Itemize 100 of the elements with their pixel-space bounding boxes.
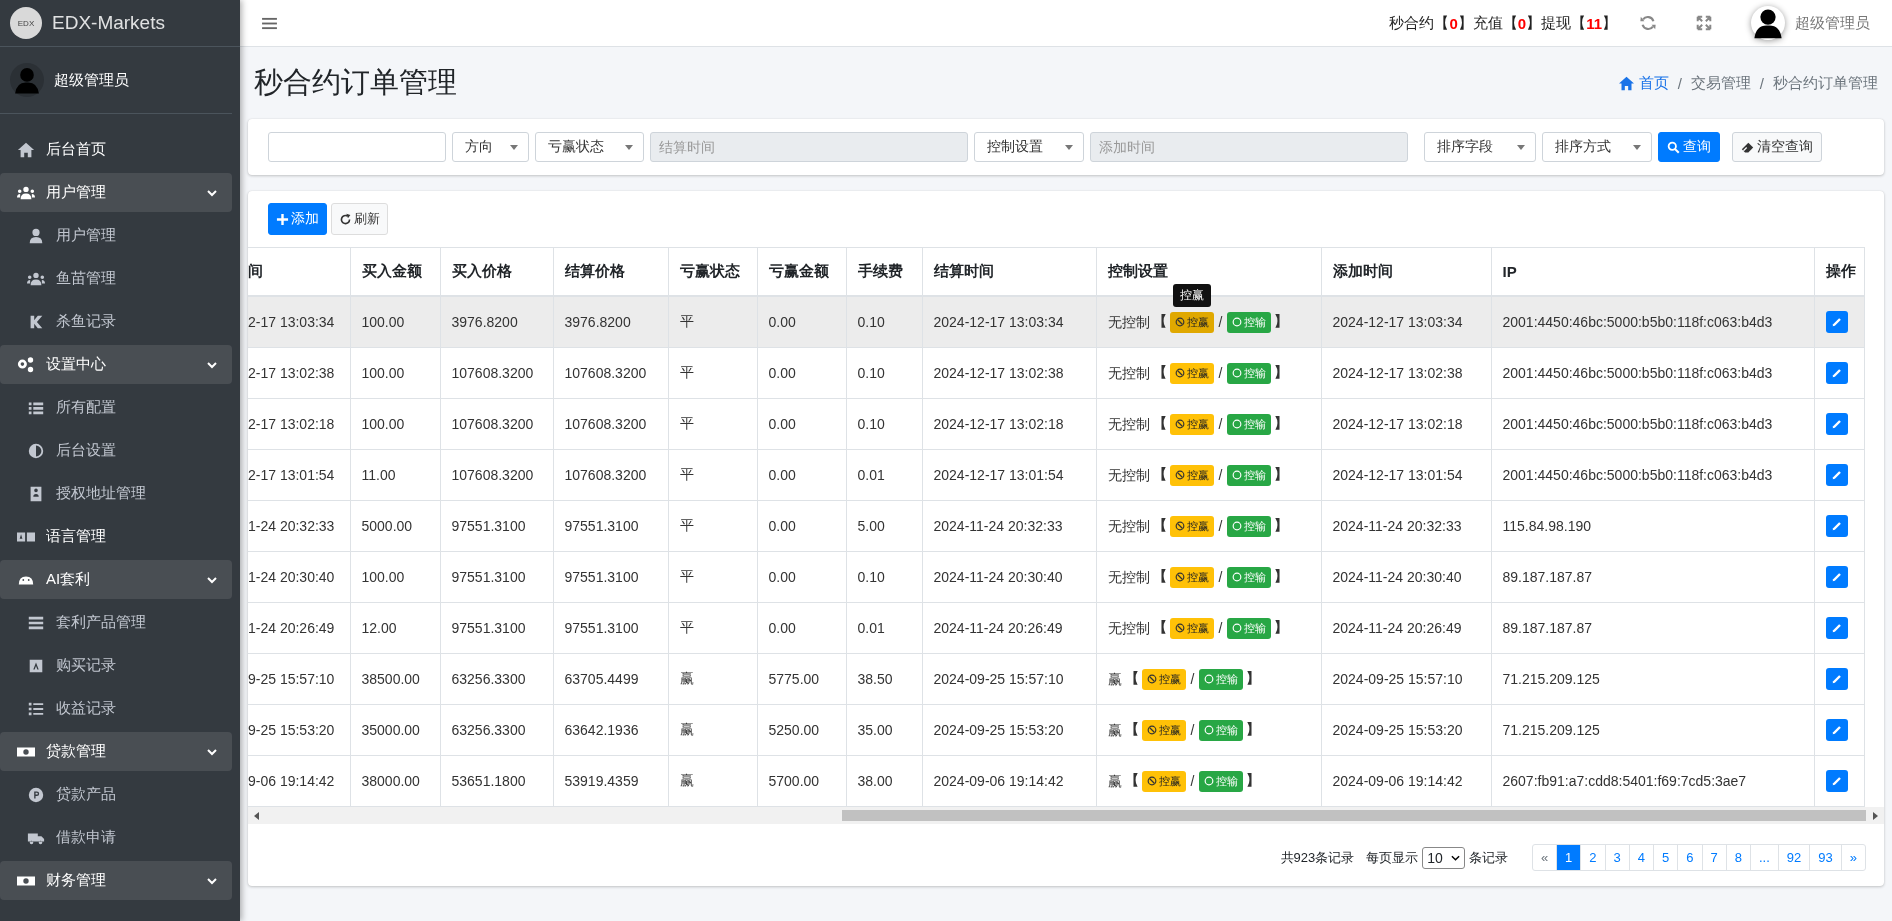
page-link[interactable]: 4: [1628, 845, 1654, 870]
win-control-button[interactable]: 控赢: [1169, 362, 1214, 384]
edit-button[interactable]: [1825, 566, 1848, 588]
page-link[interactable]: 1: [1556, 845, 1581, 870]
table-cell: 0.01: [846, 449, 922, 501]
control-status: 无控制: [1107, 517, 1150, 533]
filter-dropdown[interactable]: 排序方式: [1542, 132, 1652, 162]
menu-group[interactable]: 设置中心: [0, 345, 232, 384]
win-control-button[interactable]: 控赢: [1169, 413, 1214, 435]
win-control-button[interactable]: 控赢: [1141, 668, 1186, 690]
menu-item[interactable]: 杀鱼记录: [0, 300, 240, 343]
page-link[interactable]: »: [1840, 845, 1865, 870]
page-link[interactable]: 92: [1777, 845, 1810, 870]
menu-group[interactable]: 贷款管理: [0, 732, 232, 771]
breadcrumb-link[interactable]: 首页: [1617, 73, 1669, 93]
win-control-button[interactable]: 控赢: [1169, 515, 1214, 537]
edit-button[interactable]: [1825, 515, 1848, 537]
edit-button[interactable]: [1825, 668, 1848, 690]
edit-button[interactable]: [1825, 362, 1848, 384]
table-cell: 0.00: [757, 398, 846, 450]
horizontal-scrollbar[interactable]: [248, 807, 1884, 824]
edit-button[interactable]: [1825, 464, 1848, 486]
menu-item[interactable]: 借款申请: [0, 816, 240, 859]
home-icon: [1617, 75, 1635, 91]
menu-item[interactable]: 贷款产品: [0, 773, 240, 816]
bracket: 】: [1274, 466, 1289, 482]
table-cell: 平: [668, 602, 757, 654]
notice-count: 0: [1449, 14, 1458, 32]
filter-dropdown[interactable]: 方向: [452, 132, 529, 162]
edit-button[interactable]: [1825, 770, 1848, 792]
brand-name[interactable]: EDX-Markets: [52, 12, 165, 34]
breadcrumb-separator: /: [1759, 74, 1764, 92]
refresh-icon[interactable]: [1639, 14, 1657, 32]
win-control-button[interactable]: 控赢: [1169, 464, 1214, 486]
scrollbar-thumb[interactable]: [842, 810, 1866, 821]
page-link[interactable]: «: [1532, 845, 1557, 870]
menu-item[interactable]: 鱼苗管理: [0, 257, 240, 300]
menu-item[interactable]: 语言管理: [0, 515, 240, 558]
win-control-button[interactable]: 控赢: [1169, 566, 1214, 588]
table-cell: 97551.3100: [440, 602, 553, 654]
win-control-button[interactable]: 控赢: [1169, 617, 1214, 639]
brand-logo: EDX: [10, 7, 42, 39]
edit-button[interactable]: [1825, 719, 1848, 741]
add-button[interactable]: 添加: [268, 203, 327, 235]
scroll-right-icon[interactable]: [1872, 811, 1878, 820]
table-cell: 1-24 20:26:49: [248, 602, 350, 654]
menu-group[interactable]: 用户管理: [0, 173, 232, 212]
control-status: 无控制: [1107, 313, 1150, 329]
circle-icon: [1232, 521, 1243, 531]
page-link[interactable]: 7: [1701, 845, 1726, 870]
menu-icon[interactable]: [262, 16, 277, 30]
control-status: 赢: [1107, 670, 1122, 686]
table-cell: 63256.3300: [440, 653, 553, 705]
page-link[interactable]: 2: [1580, 845, 1605, 870]
table-cell: 71.215.209.125: [1491, 704, 1814, 756]
date-field[interactable]: 添加时间: [1090, 132, 1408, 162]
search-button[interactable]: 查询: [1658, 132, 1720, 162]
menu-group[interactable]: 财务管理: [0, 861, 232, 900]
page-link[interactable]: 8: [1725, 845, 1750, 870]
menu-item[interactable]: 后台设置: [0, 429, 240, 472]
date-field[interactable]: 结算时间: [650, 132, 968, 162]
user-name[interactable]: 超级管理员: [1795, 13, 1870, 33]
table-cell: 71.215.209.125: [1491, 653, 1814, 705]
menu-item[interactable]: 套利产品管理: [0, 601, 240, 644]
page-link[interactable]: 93: [1809, 845, 1841, 870]
edit-button[interactable]: [1825, 311, 1848, 333]
separator: /: [1190, 773, 1195, 789]
menu-item[interactable]: 收益记录: [0, 687, 240, 730]
win-control-button[interactable]: 控赢: [1141, 770, 1186, 792]
clear-button[interactable]: 清空查询: [1732, 132, 1822, 162]
notice-label[interactable]: 秒合约: [1389, 13, 1435, 33]
menu-group[interactable]: AI套利: [0, 560, 232, 599]
menu-item[interactable]: 所有配置: [0, 386, 240, 429]
filter-dropdown[interactable]: 控制设置: [974, 132, 1084, 162]
menu-item[interactable]: 购买记录: [0, 644, 240, 687]
refresh-button[interactable]: 刷新: [331, 203, 388, 235]
table-cell: 2024-11-24 20:30:40: [1321, 551, 1491, 603]
ban-icon: [1146, 776, 1157, 786]
notice-label[interactable]: 提现: [1541, 13, 1572, 33]
fullscreen-icon[interactable]: [1695, 14, 1713, 32]
page-link[interactable]: 6: [1677, 845, 1702, 870]
bracket: 】: [1457, 13, 1473, 33]
menu-item[interactable]: 用户管理: [0, 214, 240, 257]
filter-dropdown[interactable]: 排序字段: [1424, 132, 1536, 162]
menu-item[interactable]: 后台首页: [0, 128, 240, 171]
ban-icon: [1146, 725, 1157, 735]
menu-item[interactable]: 授权地址管理: [0, 472, 240, 515]
per-page-select[interactable]: 10: [1422, 846, 1465, 869]
win-control-button[interactable]: 控赢: [1141, 719, 1186, 741]
search-field[interactable]: [268, 132, 446, 162]
filter-dropdown[interactable]: 亏赢状态: [535, 132, 644, 162]
scroll-left-icon[interactable]: [254, 811, 260, 820]
edit-button[interactable]: [1825, 413, 1848, 435]
page-link[interactable]: 3: [1604, 845, 1629, 870]
edit-button[interactable]: [1825, 617, 1848, 639]
notice-label[interactable]: 充值: [1472, 13, 1503, 33]
table-cell: 2024-12-17 13:02:38: [922, 347, 1096, 399]
page-link[interactable]: 5: [1653, 845, 1678, 870]
win-control-button[interactable]: 控赢: [1169, 311, 1214, 333]
page-link[interactable]: ...: [1750, 845, 1778, 870]
